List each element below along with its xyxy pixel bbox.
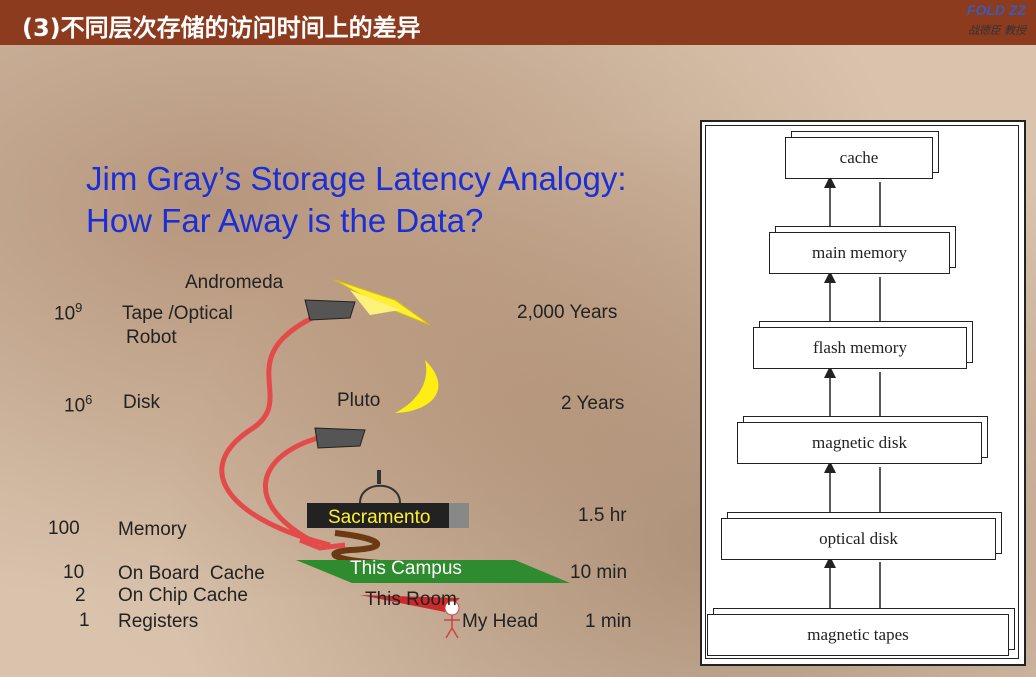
logo-text: 战德臣 教授 — [967, 25, 1026, 37]
hierarchy-level-flash-memory: flash memory — [753, 327, 967, 369]
logo-mark: FOLD ZZ — [966, 2, 1026, 18]
label-andromeda: Andromeda — [185, 272, 284, 293]
row-memory-time: 1.5 hr — [578, 505, 627, 526]
hierarchy-level-magnetic-disk: magnetic disk — [737, 422, 982, 464]
row-onboard-name: On Board Cache — [118, 563, 265, 584]
hierarchy-level-cache: cache — [785, 137, 933, 179]
row-registers-time: 1 min — [585, 611, 632, 632]
row-disk-time: 2 Years — [561, 393, 625, 414]
logo: FOLD ZZ 战德臣 教授 — [920, 2, 1030, 42]
hierarchy-arrows — [824, 176, 886, 626]
row-onboard-magnitude: 10 — [63, 562, 85, 583]
hierarchy-level-magnetic-tapes: magnetic tapes — [707, 614, 1009, 656]
label-my-head: My Head — [462, 611, 539, 632]
row-onchip-magnitude: 2 — [75, 585, 86, 606]
label-pluto: Pluto — [337, 390, 381, 411]
label-this-campus: This Campus — [350, 558, 462, 579]
row-tape-time: 2,000 Years — [517, 302, 618, 323]
label-this-room: This Room — [365, 589, 457, 610]
row-disk-name: Disk — [123, 392, 160, 413]
hierarchy-level-main-memory: main memory — [769, 232, 950, 274]
row-memory-name: Memory — [118, 519, 187, 540]
row-tape-name: Tape /Optical Robot — [122, 303, 233, 348]
row-onchip-name: On Chip Cache — [118, 585, 248, 606]
row-disk-magnitude: 106 — [64, 392, 93, 417]
label-sacramento: Sacramento — [328, 507, 431, 528]
row-tape-magnitude: 109 — [54, 300, 83, 325]
row-memory-magnitude: 100 — [48, 518, 80, 539]
hierarchy-level-optical-disk: optical disk — [721, 518, 996, 560]
row-registers-magnitude: 1 — [79, 610, 90, 631]
row-registers-name: Registers — [118, 611, 199, 632]
row-onboard-time: 10 min — [570, 562, 628, 583]
